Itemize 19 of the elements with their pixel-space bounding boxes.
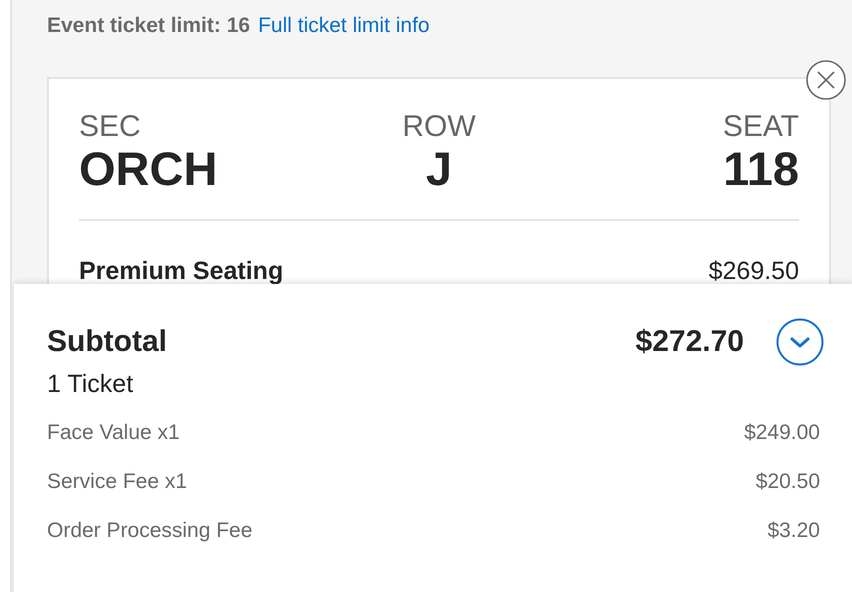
fee-label: Service Fee x1 <box>47 470 188 495</box>
seating-type: Premium Seating <box>79 257 284 284</box>
fee-label: Order Processing Fee <box>47 519 252 544</box>
seat-field-label: SEC <box>79 111 142 143</box>
ticket-limit-text: Event ticket limit: 16 <box>47 14 250 38</box>
fee-amount: $20.50 <box>756 470 820 495</box>
ticket-count: 1 Ticket <box>47 370 134 399</box>
seat-field-value: 118 <box>722 143 799 195</box>
fee-amount: $249.00 <box>744 421 820 446</box>
seating-price: $269.50 <box>708 257 799 284</box>
subtotal-label: Subtotal <box>47 325 168 359</box>
seat-field-label: ROW <box>401 111 477 143</box>
fee-amount: $3.20 <box>767 519 820 544</box>
seat-field-value: J <box>424 143 454 195</box>
fee-label: Face Value x1 <box>47 421 180 446</box>
subtotal-amount: $272.70 <box>636 325 744 359</box>
ticket-limit-link[interactable]: Full ticket limit info <box>258 14 430 38</box>
seat-field-label: SEAT <box>722 111 799 143</box>
seat-field-value: ORCH <box>79 143 218 195</box>
